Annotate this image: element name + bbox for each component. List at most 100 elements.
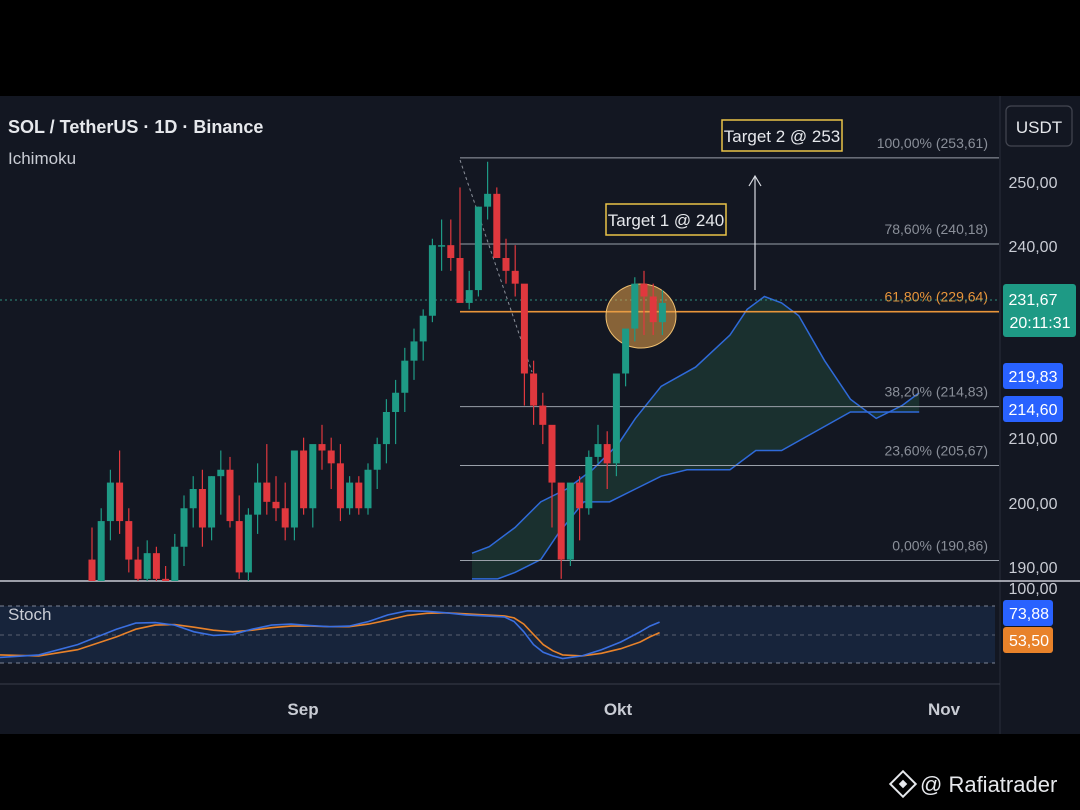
candle-body-25 [318,444,326,451]
candle-body-53 [576,482,584,509]
candle-body-36 [419,315,427,342]
candle-body-52 [566,482,574,560]
countdown-value: 20:11:31 [1009,315,1070,332]
candle-body-50 [548,424,556,483]
watermark-text: @ Rafiatrader [920,772,1057,797]
currency-label: USDT [1016,118,1062,137]
candle-body-27 [336,463,344,509]
currency-button[interactable]: USDT [1005,105,1073,147]
candle-body-31 [373,444,381,470]
candle-body-14 [217,469,225,477]
fib-level-label-0: 100,00% (253,61) [877,135,988,151]
candle-body-29 [355,482,363,509]
price-tick-250: 250,00 [1009,175,1058,192]
annotation-target-1-text: Target 1 @ 240 [608,211,725,230]
candle-body-2 [106,482,114,522]
candle-body-59 [631,283,639,329]
candle-body-18 [254,482,262,515]
last-price-value: 231,67 [1009,292,1058,309]
candle-body-55 [594,444,602,457]
stoch-k-badge: 73,88 [1003,600,1053,626]
price-tick-190: 190,00 [1009,560,1058,577]
price-badge-219-text: 219,83 [1009,369,1058,386]
candle-body-34 [401,360,409,393]
chart-title: SOL / TetherUS · 1D · Binance [8,117,263,137]
candle-body-1 [97,521,105,581]
price-tick-210: 210,00 [1009,431,1058,448]
candle-body-45 [502,258,510,271]
candle-body-28 [346,482,354,509]
fib-level-label-3: 38,20% (214,83) [884,384,988,400]
candle-body-26 [327,450,335,464]
candle-body-40 [456,258,464,303]
annotation-target-2: Target 2 @ 253 [721,119,843,152]
candle-body-9 [171,546,179,581]
candle-body-12 [198,489,206,528]
price-tick-240: 240,00 [1009,239,1058,256]
stoch-tick-100: 100,00 [1009,581,1058,598]
price-badge-214: 214,60 [1003,396,1063,422]
time-tick-sep: Sep [287,700,318,719]
stoch-d-badge: 53,50 [1003,627,1053,653]
candle-body-16 [235,521,243,573]
fib-level-label-1: 78,60% (240,18) [884,221,988,237]
candle-body-42 [474,206,482,291]
candle-body-30 [364,469,372,509]
bottom-letterbox [0,734,1080,810]
candle-body-21 [281,508,289,528]
candle-body-51 [557,482,565,560]
candle-body-3 [116,482,124,522]
top-letterbox [0,0,1080,96]
candle-body-41 [465,290,473,303]
price-badge-219: 219,83 [1003,363,1063,389]
candle-body-60 [640,283,648,297]
fib-level-label-5: 0,00% (190,86) [892,537,988,553]
candle-body-43 [484,193,492,207]
candle-body-5 [134,559,142,579]
candle-body-10 [180,508,188,547]
time-tick-okt: Okt [604,700,633,719]
candle-body-38 [438,245,446,247]
annotation-target-2-text: Target 2 @ 253 [724,127,841,146]
candle-body-13 [208,476,216,528]
candle-body-7 [152,553,160,579]
candle-body-15 [226,469,234,522]
stoch-k-badge-text: 73,88 [1009,606,1049,623]
candle-body-24 [309,444,317,509]
annotation-target-1: Target 1 @ 240 [605,203,727,236]
candle-body-37 [428,245,436,316]
stoch-d-badge-text: 53,50 [1009,633,1049,650]
candle-body-62 [658,302,666,323]
fib-level-label-4: 23,60% (205,67) [884,442,988,458]
candle-body-33 [392,392,400,412]
candle-body-49 [539,405,547,425]
candle-body-22 [290,450,298,528]
chart-root: 100,00% (253,61) 78,60% (240,18) 61,80% (2… [0,0,1080,810]
stoch-label: Stoch [8,605,51,624]
candle-body-54 [585,456,593,509]
time-tick-nov: Nov [928,700,961,719]
candle-body-11 [189,489,197,509]
candle-body-19 [263,482,271,502]
candle-body-57 [612,373,620,464]
candle-body-17 [244,514,252,573]
candle-body-6 [143,553,151,579]
candle-body-4 [125,521,133,560]
candle-body-20 [272,501,280,509]
indicator-label: Ichimoku [8,149,76,168]
candle-body-47 [520,283,528,374]
last-price-badge: 231,67 20:11:31 [1003,284,1076,337]
fib-level-label-2: 61,80% (229,64) [884,289,988,305]
candle-body-48 [530,373,538,406]
candle-body-32 [382,412,390,445]
candle-body-58 [622,328,630,374]
candle-body-61 [649,296,657,323]
candle-body-23 [300,450,308,509]
price-tick-200: 200,00 [1009,496,1058,513]
candle-body-44 [493,193,501,258]
candle-body-39 [447,245,455,258]
candle-body-46 [511,270,519,284]
candle-body-35 [410,341,418,361]
price-badge-214-text: 214,60 [1009,402,1058,419]
candle-body-56 [603,444,611,464]
